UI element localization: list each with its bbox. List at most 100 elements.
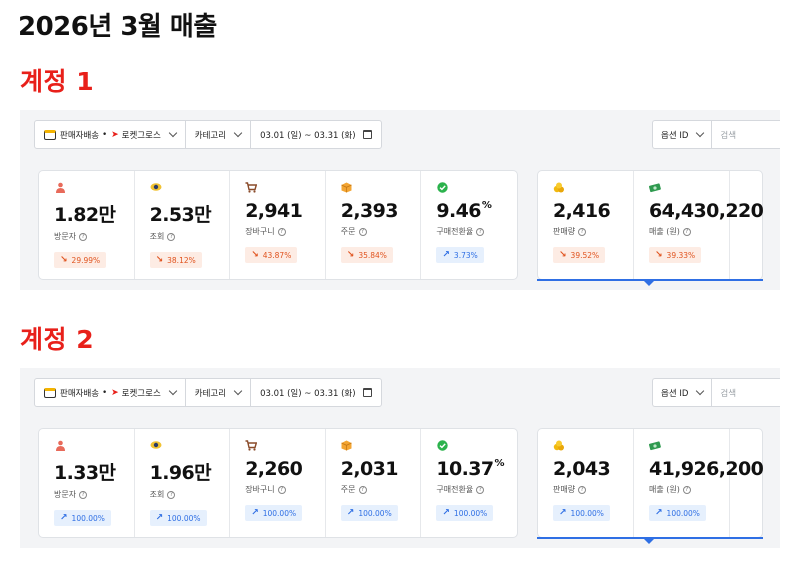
change-value: 100.00% xyxy=(666,508,700,518)
money-icon xyxy=(649,181,661,193)
channel-a-label: 판매자배송 xyxy=(60,388,100,399)
channel-a-label: 판매자배송 xyxy=(60,130,100,141)
help-icon[interactable]: ? xyxy=(277,227,286,236)
metric-value-number: 10.37 xyxy=(436,458,494,480)
account-1-title: 계정 1 xyxy=(20,67,95,96)
channel-select[interactable]: 판매자배송 • ➤ 로켓그로스 xyxy=(35,379,186,406)
metric-value: 64,430,220 xyxy=(649,200,764,222)
metric-value: 41,926,200 xyxy=(649,458,764,480)
metric-label: 구매전환율? xyxy=(436,226,517,237)
check-icon xyxy=(436,181,448,193)
help-icon[interactable]: ? xyxy=(79,490,88,499)
change-badge: ↘ 29.99% xyxy=(54,252,107,268)
search-input[interactable]: 검색 xyxy=(712,379,736,406)
account-2-dashboard: 판매자배송 • ➤ 로켓그로스 카테고리 03.01 (일) ~ 03.31 (… xyxy=(20,368,780,548)
arrow-up-right-icon: ↗ xyxy=(655,508,663,518)
selected-pointer xyxy=(644,281,654,286)
option-id-label: 옵션 ID xyxy=(661,130,689,141)
traffic-metrics-card: 1.33만 방문자? ↗ 100.00% 1.96만 조회? ↗ 100.00% 2… xyxy=(38,428,518,538)
metric-value: 2,941 xyxy=(245,200,303,222)
selected-pointer xyxy=(644,539,654,544)
metric-value: 1.96만 xyxy=(149,462,212,484)
category-select[interactable]: 카테고리 xyxy=(186,379,252,406)
change-badge: ↗ 100.00% xyxy=(54,510,111,526)
metric-value-number: 9.46 xyxy=(436,200,481,222)
metric-revenue[interactable]: 64,430,220 매출 (원)? ↘ 39.33% xyxy=(634,171,764,279)
metric-visitors[interactable]: 1.82만 방문자? ↘ 29.99% xyxy=(39,171,135,279)
help-icon[interactable]: ? xyxy=(167,490,176,499)
change-value: 100.00% xyxy=(453,508,488,518)
change-value: 38.12% xyxy=(167,255,196,265)
category-label: 카테고리 xyxy=(194,388,227,399)
metric-cart[interactable]: 2,941 장바구니? ↘ 43.87% xyxy=(230,171,326,279)
search-input[interactable]: 검색 xyxy=(712,121,736,148)
arrow-up-right-icon: ↗ xyxy=(559,508,567,518)
cart-icon xyxy=(245,181,258,193)
date-range-label: 03.01 (일) ~ 03.31 (화) xyxy=(260,388,356,399)
help-icon[interactable]: ? xyxy=(277,485,286,494)
metric-label: 매출 (원)? xyxy=(649,226,729,237)
change-value: 3.73% xyxy=(453,250,478,260)
change-badge: ↗ 100.00% xyxy=(436,505,494,521)
metric-label-text: 매출 (원) xyxy=(649,485,680,494)
metric-value: 2,043 xyxy=(553,458,611,480)
metric-conversion-rate[interactable]: 9.46% 구매전환율? ↗ 3.73% xyxy=(421,171,517,279)
metric-label: 조회? xyxy=(150,489,230,500)
metric-cart[interactable]: 2,260 장바구니? ↗ 100.00% xyxy=(230,429,326,537)
change-badge: ↗ 100.00% xyxy=(245,505,303,521)
metric-value: 2,260 xyxy=(245,458,303,480)
metric-label: 주문? xyxy=(341,226,421,237)
metric-views[interactable]: 1.96만 조회? ↗ 100.00% xyxy=(135,429,231,537)
date-range-picker[interactable]: 03.01 (일) ~ 03.31 (화) xyxy=(251,379,381,406)
option-id-select[interactable]: 옵션 ID xyxy=(653,379,713,406)
channel-select[interactable]: 판매자배송 • ➤ 로켓그로스 xyxy=(35,121,186,148)
help-icon[interactable]: ? xyxy=(167,232,176,241)
metric-value: 1.33만 xyxy=(54,462,116,484)
help-icon[interactable]: ? xyxy=(358,227,367,236)
change-badge: ↗ 100.00% xyxy=(340,505,398,521)
help-icon[interactable]: ? xyxy=(682,227,691,236)
help-icon[interactable]: ? xyxy=(578,227,587,236)
metric-conversion-rate[interactable]: 10.37% 구매전환율? ↗ 100.00% xyxy=(421,429,517,537)
arrow-up-right-icon: ↗ xyxy=(251,508,259,518)
help-icon[interactable]: ? xyxy=(358,485,367,494)
help-icon[interactable]: ? xyxy=(476,485,485,494)
metric-value: 1.82만 xyxy=(54,204,116,226)
help-icon[interactable]: ? xyxy=(578,485,587,494)
arrow-up-right-icon: ↗ xyxy=(346,508,355,518)
change-value: 100.00% xyxy=(71,513,105,523)
rocket-icon: ➤ xyxy=(111,387,119,398)
metric-label-text: 장바구니 xyxy=(245,227,275,236)
check-icon xyxy=(436,439,448,451)
account-1-dashboard: 판매자배송 • ➤ 로켓그로스 카테고리 03.01 (일) ~ 03.31 (… xyxy=(20,110,780,290)
option-id-select[interactable]: 옵션 ID xyxy=(653,121,713,148)
metric-label-text: 방문자 xyxy=(54,490,77,499)
change-badge: ↗ 100.00% xyxy=(149,510,207,526)
metric-revenue[interactable]: 41,926,200 매출 (원)? ↗ 100.00% xyxy=(634,429,764,537)
change-badge: ↗ 100.00% xyxy=(553,505,610,521)
help-icon[interactable]: ? xyxy=(682,485,691,494)
sales-metrics-card: 2,416 판매량? ↘ 39.52% 64,430,220 매출 (원)? ↘ 3… xyxy=(537,170,764,286)
metric-sales-quantity[interactable]: 2,416 판매량? ↘ 39.52% xyxy=(538,171,634,279)
metric-orders[interactable]: 2,031 주문? ↗ 100.00% xyxy=(326,429,422,537)
metric-label: 방문자? xyxy=(54,231,134,242)
eye-icon xyxy=(150,181,162,193)
metric-label-text: 조회 xyxy=(149,490,165,499)
help-icon[interactable]: ? xyxy=(476,227,485,236)
metric-visitors[interactable]: 1.33만 방문자? ↗ 100.00% xyxy=(39,429,135,537)
metric-orders[interactable]: 2,393 주문? ↘ 35.84% xyxy=(326,171,422,279)
metric-label: 조회? xyxy=(150,231,230,242)
option-search-bar: 옵션 ID 검색 xyxy=(652,378,780,407)
metric-label-text: 구매전환율 xyxy=(436,227,474,236)
arrow-up-right-icon: ↗ xyxy=(155,513,164,523)
date-range-picker[interactable]: 03.01 (일) ~ 03.31 (화) xyxy=(251,121,381,148)
metric-sales-quantity[interactable]: 2,043 판매량? ↗ 100.00% xyxy=(538,429,634,537)
metric-views[interactable]: 2.53만 조회? ↘ 38.12% xyxy=(135,171,231,279)
metric-unit: % xyxy=(481,200,492,211)
chevron-down-icon xyxy=(696,386,705,395)
option-id-label: 옵션 ID xyxy=(661,388,689,399)
category-select[interactable]: 카테고리 xyxy=(186,121,252,148)
change-badge: ↘ 35.84% xyxy=(340,247,393,263)
help-icon[interactable]: ? xyxy=(79,232,88,241)
change-value: 100.00% xyxy=(167,513,201,523)
